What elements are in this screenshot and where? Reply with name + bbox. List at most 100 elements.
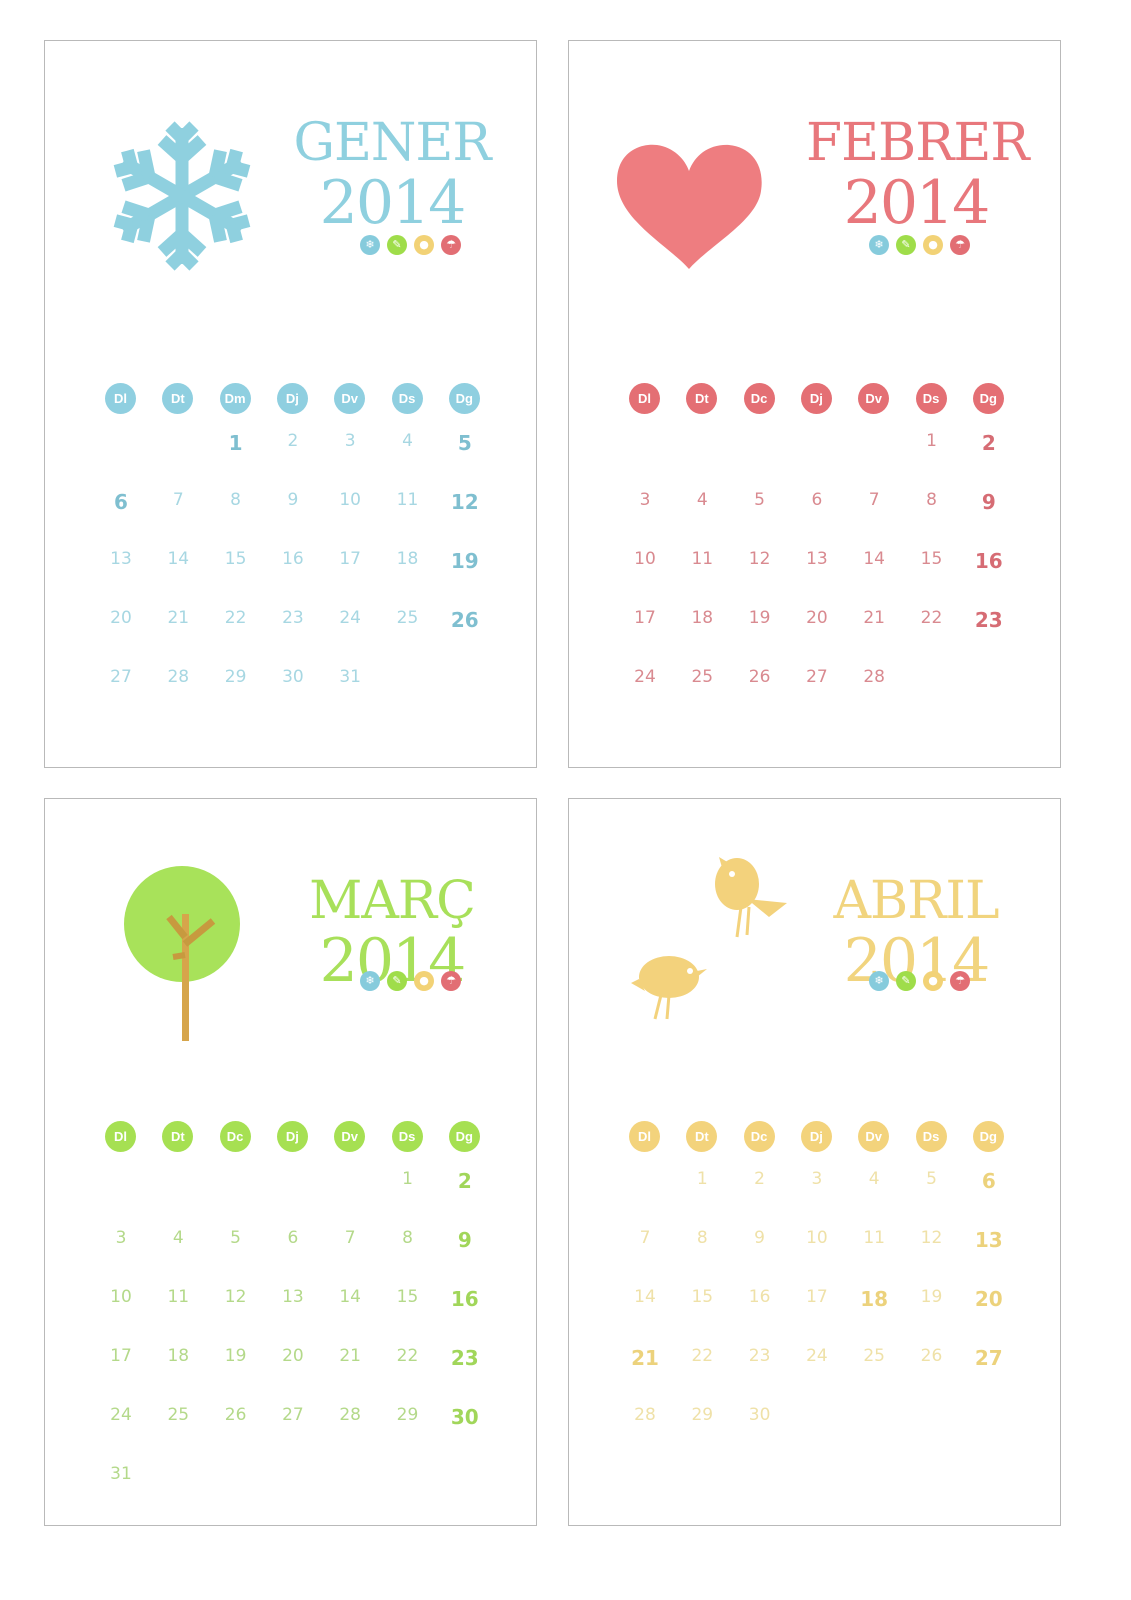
day-cell: 4 xyxy=(402,431,413,451)
day-cell: 8 xyxy=(402,1228,413,1248)
day-cell: 12 xyxy=(920,1228,943,1248)
day-cell: 6 xyxy=(981,1169,996,1193)
day-cell: 18 xyxy=(396,549,419,569)
sun-icon: ● xyxy=(414,235,434,255)
day-cell: 18 xyxy=(167,1346,190,1366)
weekday-header: Dv xyxy=(334,383,366,414)
day-cell: 19 xyxy=(450,549,479,573)
sun-icon: ● xyxy=(923,971,943,991)
month-name: GENER xyxy=(293,113,491,173)
calendar-page-abril: ABRIL 2014 ❄ ✎ ● ☂ Dl Dt Dc Dj Dv Ds Dg 1 2 3 4 5 6 7 8 9 1… xyxy=(568,798,1061,1526)
week-row: 14 15 16 17 18 19 20 xyxy=(625,1273,1025,1332)
day-cell: 13 xyxy=(806,549,828,569)
day-cell: 20 xyxy=(974,1287,1003,1311)
umbrella-icon: ☂ xyxy=(950,971,970,991)
day-cell: 2 xyxy=(754,1169,765,1189)
day-cell: 28 xyxy=(634,1405,656,1425)
week-row: 20 21 22 23 24 25 26 xyxy=(101,594,501,653)
weekday-header: Dt xyxy=(686,383,718,414)
day-cell: 20 xyxy=(806,608,828,628)
day-cell: 23 xyxy=(748,1346,771,1366)
week-row: 28 29 30 xyxy=(625,1391,1025,1450)
day-cell: 10 xyxy=(339,490,361,510)
day-cell: 22 xyxy=(224,608,247,628)
day-cell: 18 xyxy=(860,1287,889,1311)
weekday-header: Dt xyxy=(686,1121,718,1152)
day-cell: 26 xyxy=(450,608,479,632)
day-cell: 1 xyxy=(926,431,937,451)
season-icons: ❄ ✎ ● ☂ xyxy=(869,235,989,259)
day-cell: 12 xyxy=(224,1287,247,1307)
weekday-header-row: Dl Dt Dc Dj Dv Ds Dg xyxy=(101,1121,501,1155)
day-cell: 12 xyxy=(450,490,479,514)
day-cell: 1 xyxy=(696,1169,708,1189)
day-cell: 22 xyxy=(920,608,943,628)
weekday-header: Dv xyxy=(858,383,890,414)
calendar-page-febrer: FEBRER 2014 ❄ ✎ ● ☂ Dl Dt Dc Dj Dv Ds Dg 1 2 3 4 5 6 7 8 9… xyxy=(568,40,1061,768)
day-cell: 17 xyxy=(110,1346,132,1366)
weekday-header: Dj xyxy=(276,1121,308,1152)
day-cell: 23 xyxy=(974,608,1003,632)
weekday-header: Ds xyxy=(915,383,947,414)
weekday-header: Dl xyxy=(105,383,136,414)
day-cell: 21 xyxy=(863,608,885,628)
day-cell: 7 xyxy=(868,490,880,510)
weekday-header: Dj xyxy=(276,383,308,414)
day-cell: 18 xyxy=(691,608,714,628)
day-cell: 9 xyxy=(287,490,299,510)
week-row: 17 18 19 20 21 22 23 xyxy=(101,1332,501,1391)
day-cell: 11 xyxy=(691,549,714,569)
day-grid: Dl Dt Dc Dj Dv Ds Dg 1 2 3 4 5 6 7 8 9 10 11 12 13 14 15 16 17 1… xyxy=(101,1121,501,1509)
day-cell: 2 xyxy=(287,431,299,451)
day-cell: 5 xyxy=(230,1228,241,1248)
weekday-header: Dv xyxy=(334,1121,366,1152)
weekday-header: Dc xyxy=(743,383,775,414)
day-cell: 15 xyxy=(691,1287,714,1307)
day-cell: 23 xyxy=(282,608,304,628)
day-cell: 10 xyxy=(806,1228,828,1248)
day-cell: 28 xyxy=(167,667,190,687)
day-cell: 7 xyxy=(344,1228,356,1248)
day-cell: 3 xyxy=(344,431,356,451)
day-cell: 19 xyxy=(224,1346,247,1366)
day-cell: 14 xyxy=(167,549,190,569)
day-grid: Dl Dt Dm Dj Dv Ds Dg 1 2 3 4 5 6 7 8 9 10 11 12 13 14 15 16 17 1… xyxy=(101,383,501,712)
day-cell: 14 xyxy=(634,1287,656,1307)
week-row: 1 2 3 4 5 6 xyxy=(625,1155,1025,1214)
day-cell: 7 xyxy=(639,1228,651,1248)
day-cell: 12 xyxy=(748,549,771,569)
leaf-icon: ✎ xyxy=(387,971,407,991)
weekday-header: Dl xyxy=(105,1121,136,1152)
weekday-header: Dv xyxy=(858,1121,890,1152)
weekday-header: Dt xyxy=(162,383,194,414)
month-name: ABRIL xyxy=(833,871,1000,931)
weekday-header-row: Dl Dt Dm Dj Dv Ds Dg xyxy=(101,383,501,417)
day-cell: 13 xyxy=(282,1287,304,1307)
day-cell: 25 xyxy=(396,608,419,628)
season-icons: ❄ ✎ ● ☂ xyxy=(360,235,480,259)
day-cell: 8 xyxy=(926,490,937,510)
day-grid: Dl Dt Dc Dj Dv Ds Dg 1 2 3 4 5 6 7 8 9 10 11 12 13 14 15 16 17 1… xyxy=(625,1121,1025,1450)
day-cell: 4 xyxy=(172,1228,184,1248)
month-title: FEBRER 2014 xyxy=(806,113,1030,235)
day-grid: Dl Dt Dc Dj Dv Ds Dg 1 2 3 4 5 6 7 8 9 10 11 12 13 14 15 16 17 1… xyxy=(625,383,1025,712)
day-cell: 19 xyxy=(748,608,771,628)
week-row: 12 xyxy=(625,417,1025,476)
day-cell: 24 xyxy=(634,667,656,687)
week-row: 10 11 12 13 14 15 16 xyxy=(101,1273,501,1332)
day-cell: 16 xyxy=(450,1287,479,1311)
day-cell: 27 xyxy=(974,1346,1003,1370)
week-row: 13 14 15 16 17 18 19 xyxy=(101,535,501,594)
day-cell: 23 xyxy=(450,1346,479,1370)
day-cell: 17 xyxy=(806,1287,828,1307)
week-row: 12 xyxy=(101,1155,501,1214)
day-cell: 4 xyxy=(868,1169,880,1189)
day-cell: 14 xyxy=(339,1287,361,1307)
day-cell: 28 xyxy=(863,667,885,687)
month-title: GENER 2014 xyxy=(282,113,502,235)
day-cell: 21 xyxy=(631,1346,659,1370)
day-cell: 30 xyxy=(748,1405,771,1425)
day-cell: 11 xyxy=(167,1287,190,1307)
day-cell: 3 xyxy=(811,1169,823,1189)
week-row: 7 8 9 10 11 12 13 xyxy=(625,1214,1025,1273)
